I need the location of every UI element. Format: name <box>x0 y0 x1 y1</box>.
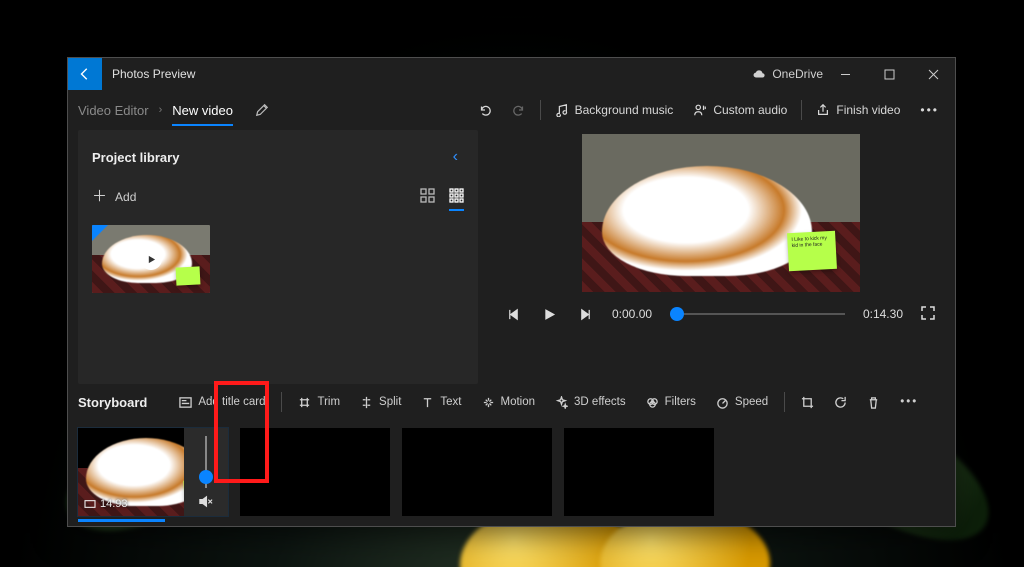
clip-duration-badge: 14.93 <box>84 498 128 510</box>
storyboard-clip[interactable]: 14.93 <box>78 428 228 516</box>
fullscreen-button[interactable] <box>921 306 937 322</box>
finish-video-label: Finish video <box>836 103 900 117</box>
clip-icon <box>84 499 96 509</box>
filters-icon <box>646 396 659 409</box>
more-button[interactable]: ••• <box>910 93 949 127</box>
speed-button[interactable]: Speed <box>708 387 776 417</box>
breadcrumb-current[interactable]: New video <box>172 103 233 126</box>
breadcrumb: Video Editor › New video <box>74 97 275 123</box>
custom-audio-label: Custom audio <box>713 103 787 117</box>
onedrive-label: OneDrive <box>772 67 823 81</box>
rename-button[interactable] <box>249 97 275 123</box>
redo-button[interactable] <box>502 93 536 127</box>
preview-panel: I Like to kick my kid in the face 0:00.0… <box>496 130 945 384</box>
app-title: Photos Preview <box>102 67 195 81</box>
trash-icon <box>867 396 880 409</box>
music-icon <box>555 103 569 117</box>
finish-video-button[interactable]: Finish video <box>806 93 910 127</box>
split-button[interactable]: Split <box>352 387 409 417</box>
project-library-title: Project library <box>92 150 447 165</box>
background-music-label: Background music <box>575 103 674 117</box>
used-indicator-icon <box>92 225 108 241</box>
title-card-icon <box>179 396 192 409</box>
undo-button[interactable] <box>468 93 502 127</box>
separator <box>784 392 785 412</box>
motion-icon <box>482 396 495 409</box>
trim-button[interactable]: Trim <box>290 387 348 417</box>
speed-icon <box>716 396 729 409</box>
plus-icon: ＋ <box>92 189 107 204</box>
time-current: 0:00.00 <box>612 307 652 321</box>
play-button[interactable] <box>540 305 558 323</box>
volume-knob[interactable] <box>199 470 213 484</box>
trim-icon <box>298 396 311 409</box>
cloud-icon <box>752 69 766 79</box>
ellipsis-icon: ••• <box>920 103 939 117</box>
back-button[interactable] <box>68 58 102 90</box>
storyboard-empty-slot[interactable] <box>240 428 390 516</box>
time-total: 0:14.30 <box>863 307 903 321</box>
add-media-label: Add <box>115 190 136 204</box>
clip-volume-panel <box>184 428 228 516</box>
storyboard-empty-slot[interactable] <box>564 428 714 516</box>
library-clip-thumbnail[interactable] <box>92 225 210 293</box>
add-title-card-button[interactable]: Add title card <box>171 387 273 417</box>
maximize-button[interactable] <box>867 58 911 90</box>
transport-controls: 0:00.00 0:14.30 <box>496 304 945 324</box>
sparkle-icon <box>555 396 568 409</box>
project-library-panel: Project library ‹ ＋ Add <box>78 130 478 384</box>
split-icon <box>360 396 373 409</box>
crop-icon <box>801 396 814 409</box>
collapse-library-button[interactable]: ‹ <box>447 144 464 170</box>
ellipsis-icon: ••• <box>900 396 918 408</box>
close-button[interactable] <box>911 58 955 90</box>
storyboard-panel: Storyboard Add title card Trim Split Tex… <box>68 384 955 526</box>
storyboard-empty-slot[interactable] <box>402 428 552 516</box>
speaker-mute-icon <box>198 494 213 509</box>
3d-effects-button[interactable]: 3D effects <box>547 387 634 417</box>
main-area: Project library ‹ ＋ Add <box>68 130 955 384</box>
grid-large-icon <box>420 188 435 203</box>
breadcrumb-parent[interactable]: Video Editor <box>78 103 149 118</box>
volume-slider[interactable] <box>205 436 207 488</box>
sticky-note <box>176 266 201 285</box>
filters-button[interactable]: Filters <box>638 387 704 417</box>
separator <box>540 100 541 120</box>
view-large-thumbs-button[interactable] <box>420 188 435 205</box>
video-preview[interactable]: I Like to kick my kid in the face <box>582 134 860 292</box>
text-icon <box>421 396 434 409</box>
add-media-button[interactable]: ＋ Add <box>92 189 136 204</box>
video-editor-window: Photos Preview OneDrive Video Editor › N… <box>67 57 956 527</box>
separator <box>801 100 802 120</box>
background-music-button[interactable]: Background music <box>545 93 684 127</box>
grid-small-icon <box>449 188 464 203</box>
storyboard-more-button[interactable]: ••• <box>892 387 926 417</box>
sticky-note: I Like to kick my kid in the face <box>787 231 837 271</box>
seek-knob[interactable] <box>670 307 684 321</box>
mute-button[interactable] <box>198 494 214 510</box>
command-row: Video Editor › New video Background musi… <box>68 90 955 130</box>
export-icon <box>816 103 830 117</box>
onedrive-status[interactable]: OneDrive <box>752 67 823 81</box>
next-frame-button[interactable] <box>576 305 594 323</box>
titlebar: Photos Preview OneDrive <box>68 58 955 90</box>
rotate-icon <box>834 396 847 409</box>
resize-button[interactable] <box>793 387 822 417</box>
seek-slider[interactable] <box>670 304 845 324</box>
prev-frame-button[interactable] <box>504 305 522 323</box>
storyboard-toolbar: Storyboard Add title card Trim Split Tex… <box>78 384 945 420</box>
storyboard-clips: 14.93 <box>78 428 945 516</box>
view-small-thumbs-button[interactable] <box>449 188 464 211</box>
person-audio-icon <box>693 103 707 117</box>
delete-button[interactable] <box>859 387 888 417</box>
separator <box>281 392 282 412</box>
play-overlay-icon <box>140 248 162 270</box>
text-button[interactable]: Text <box>413 387 469 417</box>
storyboard-title: Storyboard <box>78 395 167 410</box>
motion-button[interactable]: Motion <box>474 387 544 417</box>
custom-audio-button[interactable]: Custom audio <box>683 93 797 127</box>
rotate-button[interactable] <box>826 387 855 417</box>
minimize-button[interactable] <box>823 58 867 90</box>
chevron-right-icon: › <box>159 104 163 116</box>
